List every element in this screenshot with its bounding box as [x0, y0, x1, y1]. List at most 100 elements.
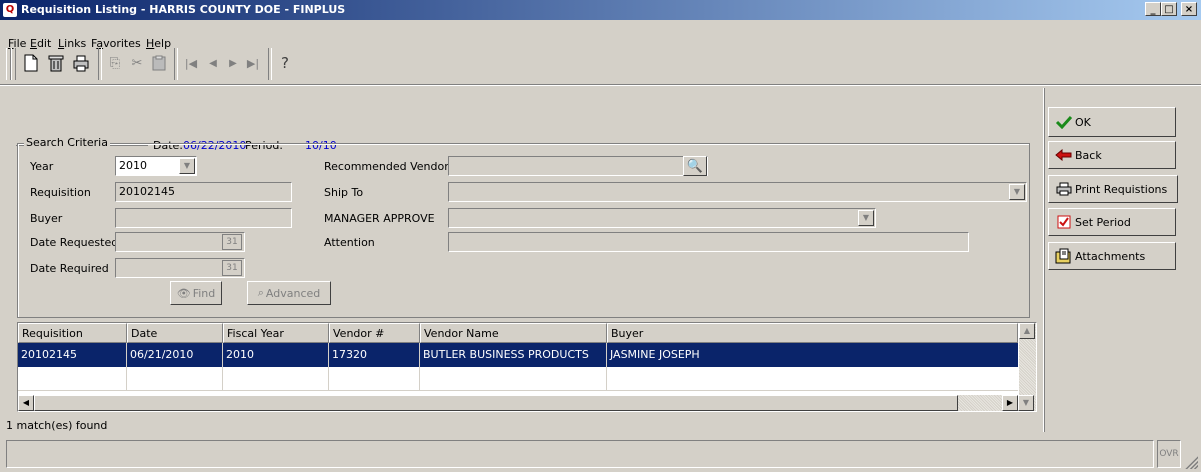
cell-fiscal-year: 2010	[223, 343, 329, 367]
back-arrow-icon	[1055, 147, 1073, 163]
column-header-date[interactable]: Date	[127, 323, 223, 343]
maximize-button[interactable]: □	[1161, 2, 1177, 16]
horizontal-scroll-thumb[interactable]	[34, 395, 958, 411]
manager-approve-label: MANAGER APPROVE	[324, 212, 435, 225]
cell-vendor-name: BUTLER BUSINESS PRODUCTS	[420, 343, 607, 367]
search-criteria-title: Search Criteria	[24, 136, 110, 149]
find-label: Find	[192, 286, 216, 300]
advanced-label: Advanced	[265, 286, 321, 300]
delete-trash-icon[interactable]	[45, 52, 67, 74]
title-bar[interactable]: Q Requisition Listing - HARRIS COUNTY DO…	[0, 0, 1201, 20]
cell-requisition: 20102145	[18, 343, 127, 367]
toolbar-divider-highlight	[0, 85, 1201, 86]
year-label: Year	[30, 160, 54, 173]
empty-cell[interactable]	[329, 367, 420, 391]
print-icon[interactable]	[70, 52, 92, 74]
vertical-scrollbar[interactable]: ▲	[1019, 323, 1036, 395]
match-count: 1 match(es) found	[6, 419, 108, 432]
column-header-buyer[interactable]: Buyer	[607, 323, 1018, 343]
empty-cell[interactable]	[127, 367, 223, 391]
manager-approve-select[interactable]	[448, 208, 876, 228]
empty-cell[interactable]	[223, 367, 329, 391]
resize-grip-icon[interactable]	[1184, 455, 1198, 469]
cell-date: 06/21/2010	[127, 343, 223, 367]
set-period-label: Set Period	[1075, 215, 1131, 229]
scroll-up-arrow-icon[interactable]: ▲	[1019, 323, 1035, 339]
next-record-icon[interactable]: ▶	[222, 52, 244, 74]
advanced-button[interactable]: ⌕ Advanced	[247, 281, 331, 305]
set-period-button[interactable]: Set Period	[1048, 208, 1176, 236]
toolbar-separator	[98, 48, 102, 80]
horizontal-scrollbar[interactable]: ◀ ▶ ▼	[18, 395, 1036, 411]
cell-buyer: JASMINE JOSEPH	[610, 348, 700, 361]
paste-icon[interactable]	[148, 52, 170, 74]
checkbox-checked-icon	[1055, 214, 1073, 230]
attachments-folder-icon	[1055, 248, 1073, 264]
printer-icon	[1055, 181, 1073, 197]
empty-cell[interactable]	[607, 367, 1018, 391]
attachments-label: Attachments	[1075, 249, 1146, 263]
application-window: Q Requisition Listing - HARRIS COUNTY DO…	[0, 0, 1201, 472]
requisition-value: 20102145	[119, 185, 175, 198]
buyer-label: Buyer	[30, 212, 63, 225]
empty-cell[interactable]	[18, 367, 127, 391]
cell-vendor-number: 17320	[329, 343, 420, 367]
advanced-search-icon: ⌕	[257, 286, 264, 299]
column-header-vendor-number[interactable]: Vendor #	[329, 323, 420, 343]
empty-cell[interactable]	[420, 367, 607, 391]
table-row[interactable]: 20102145 06/21/2010 2010 17320 BUTLER BU…	[18, 343, 1018, 367]
ship-to-select[interactable]	[448, 182, 1027, 202]
print-requistions-button[interactable]: Print Requistions	[1048, 175, 1178, 203]
calendar-icon[interactable]: 31	[222, 234, 242, 250]
previous-record-icon[interactable]: ◀	[202, 52, 224, 74]
buyer-input[interactable]	[115, 208, 292, 228]
copy-icon[interactable]: ⎘	[104, 52, 126, 74]
attention-label: Attention	[324, 236, 375, 249]
print-label: Print Requistions	[1075, 182, 1168, 196]
cut-icon[interactable]: ✂	[126, 52, 148, 74]
ship-to-label: Ship To	[324, 186, 364, 199]
overwrite-indicator: OVR	[1157, 440, 1181, 468]
checkmark-icon	[1055, 114, 1073, 130]
last-record-icon[interactable]: ▶|	[242, 52, 264, 74]
help-icon[interactable]: ?	[274, 52, 296, 74]
column-header-fiscal-year[interactable]: Fiscal Year	[223, 323, 329, 343]
ship-to-dropdown-arrow-icon[interactable]: ▼	[1009, 184, 1025, 200]
results-grid[interactable]: Requisition Date Fiscal Year Vendor # Ve…	[17, 322, 1037, 412]
back-button[interactable]: Back	[1048, 141, 1176, 169]
back-label: Back	[1075, 148, 1102, 162]
requisition-input[interactable]: 20102145	[115, 182, 292, 202]
attention-input[interactable]	[448, 232, 969, 252]
toolbar-grip-2[interactable]	[11, 48, 16, 80]
column-header-vendor-name[interactable]: Vendor Name	[420, 323, 607, 343]
new-document-icon[interactable]	[20, 52, 42, 74]
minimize-button[interactable]: _	[1145, 2, 1161, 16]
date-required-label: Date Required	[30, 262, 109, 275]
finplus-app-icon[interactable]: Q	[3, 3, 17, 17]
year-value: 2010	[119, 159, 147, 172]
attachments-button[interactable]: Attachments	[1048, 242, 1176, 270]
toolbar-separator	[268, 48, 272, 80]
toolbar: ⎘ ✂ |◀ ◀ ▶ ▶| ?	[6, 46, 296, 82]
column-header-requisition[interactable]: Requisition	[18, 323, 127, 343]
toolbar-separator	[174, 48, 178, 80]
manager-approve-dropdown-arrow-icon[interactable]: ▼	[858, 210, 874, 226]
year-dropdown-arrow-icon[interactable]: ▼	[179, 158, 195, 174]
recommended-vendor-label: Recommended Vendor	[324, 160, 449, 173]
scroll-down-arrow-icon[interactable]: ▼	[1018, 395, 1034, 411]
status-bar	[6, 440, 1154, 468]
ok-label: OK	[1075, 115, 1091, 129]
vendor-search-icon[interactable]: 🔍	[683, 156, 707, 176]
ok-button[interactable]: OK	[1048, 107, 1176, 137]
scroll-left-arrow-icon[interactable]: ◀	[18, 395, 34, 411]
close-button[interactable]: ×	[1181, 2, 1197, 16]
date-requested-label: Date Requested	[30, 236, 119, 249]
requisition-label: Requisition	[30, 186, 91, 199]
first-record-icon[interactable]: |◀	[180, 52, 202, 74]
scroll-right-arrow-icon[interactable]: ▶	[1002, 395, 1018, 411]
binoculars-icon: 👁	[176, 286, 191, 300]
find-button[interactable]: 👁 Find	[170, 281, 222, 305]
calendar-icon[interactable]: 31	[222, 260, 242, 276]
window-title: Requisition Listing - HARRIS COUNTY DOE …	[21, 3, 346, 16]
recommended-vendor-input[interactable]	[448, 156, 708, 176]
